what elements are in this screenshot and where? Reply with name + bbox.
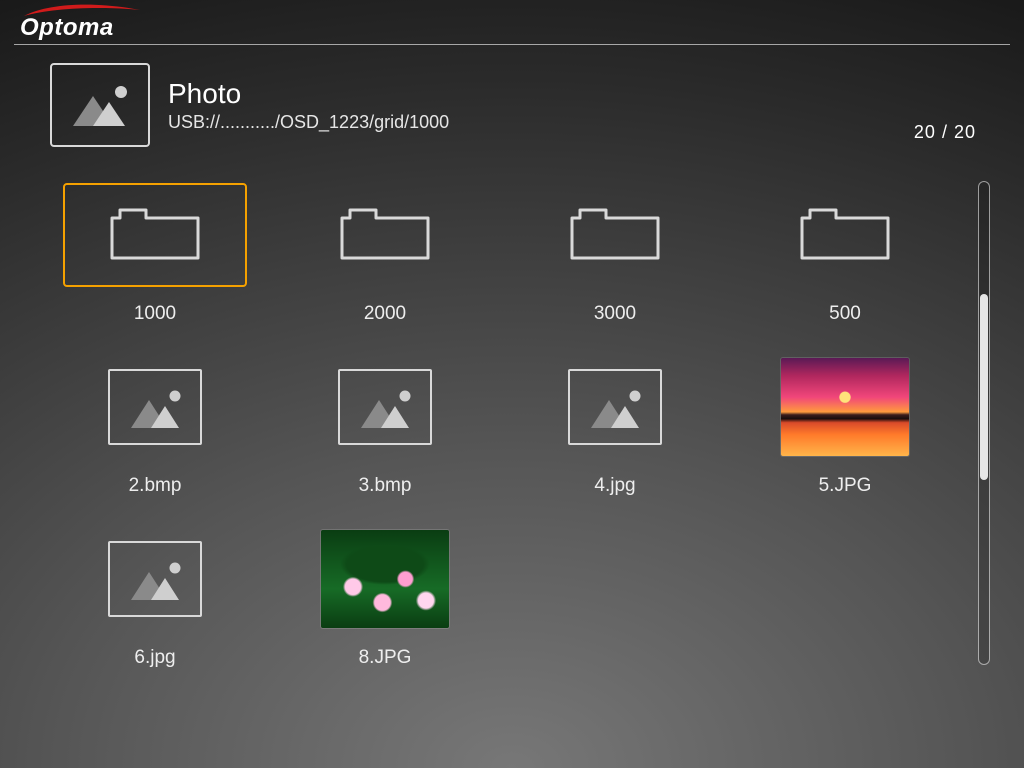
- item-label: 500: [829, 303, 861, 325]
- page-sep: /: [936, 122, 954, 142]
- section-title: Photo: [168, 78, 449, 110]
- folder-item[interactable]: 2000: [280, 181, 490, 325]
- item-label: 2000: [364, 303, 406, 325]
- brand-name: Optoma: [20, 14, 114, 41]
- file-item[interactable]: 6.jpg: [50, 525, 260, 669]
- photo-section-icon: [65, 80, 135, 130]
- top-bar: Optoma: [14, 0, 1010, 45]
- item-label: 2.bmp: [129, 475, 182, 497]
- title-row: Photo USB://.........../OSD_1223/grid/10…: [0, 45, 1024, 147]
- folder-icon: [106, 198, 204, 273]
- page-total: 20: [954, 122, 976, 142]
- breadcrumb-path: USB://.........../OSD_1223/grid/1000: [168, 112, 449, 133]
- scrollbar[interactable]: [978, 181, 990, 665]
- image-placeholder-icon: [108, 541, 202, 617]
- scrollbar-thumb[interactable]: [980, 294, 988, 480]
- image-placeholder-icon: [568, 369, 662, 445]
- image-placeholder-icon: [108, 369, 202, 445]
- folder-icon: [336, 198, 434, 273]
- folder-item[interactable]: 3000: [510, 181, 720, 325]
- section-icon: [50, 63, 150, 147]
- item-label: 8.JPG: [359, 647, 412, 669]
- page-counter: 20 / 20: [914, 122, 976, 143]
- photo-thumbnail: [781, 358, 909, 456]
- item-label: 3.bmp: [359, 475, 412, 497]
- page-current: 20: [914, 122, 936, 142]
- item-label: 4.jpg: [594, 475, 635, 497]
- item-label: 1000: [134, 303, 176, 325]
- folder-item[interactable]: 1000: [50, 181, 260, 325]
- folder-item[interactable]: 500: [740, 181, 950, 325]
- item-label: 3000: [594, 303, 636, 325]
- folder-icon: [796, 198, 894, 273]
- image-placeholder-icon: [338, 369, 432, 445]
- photo-thumbnail: [321, 530, 449, 628]
- file-item[interactable]: 3.bmp: [280, 353, 490, 497]
- file-item[interactable]: 5.JPG: [740, 353, 950, 497]
- file-item[interactable]: 4.jpg: [510, 353, 720, 497]
- item-label: 6.jpg: [134, 647, 175, 669]
- selection-highlight: [63, 183, 247, 287]
- file-item[interactable]: 2.bmp: [50, 353, 260, 497]
- file-item[interactable]: 8.JPG: [280, 525, 490, 669]
- file-grid: 1000 2000 3000 500 2.bmp 3.bmp 4.jpg 5.JPG 6.jpg…: [50, 181, 964, 669]
- folder-icon: [566, 198, 664, 273]
- brand-logo: Optoma: [20, 2, 160, 48]
- item-label: 5.JPG: [819, 475, 872, 497]
